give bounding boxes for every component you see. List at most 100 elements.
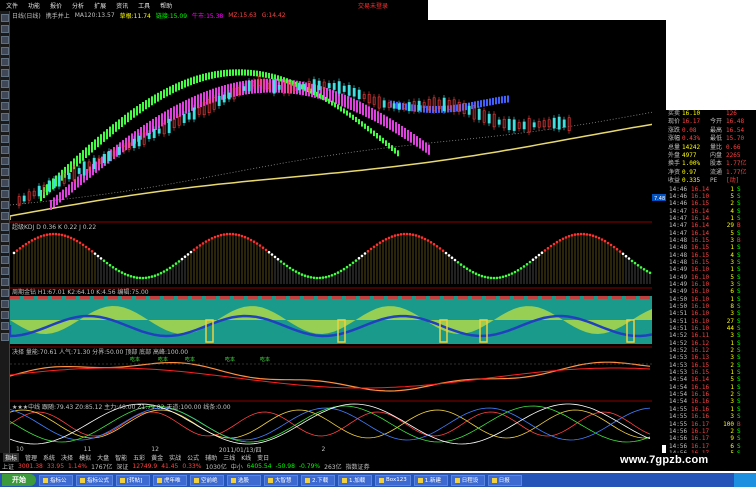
tick-price: 16.13: [691, 354, 710, 362]
taskbar-item[interactable]: 2.下载: [301, 474, 336, 486]
taskbar-item[interactable]: 空前绝: [190, 474, 225, 486]
taskbar-item[interactable]: Box123: [375, 474, 411, 486]
ribbon-bar: [76, 155, 78, 167]
taskbar-item[interactable]: 选股: [227, 474, 262, 486]
toolbar-tool-icon[interactable]: [1, 135, 9, 143]
toolbar-tool-icon[interactable]: [1, 47, 9, 55]
tab-14[interactable]: 变日: [257, 453, 269, 462]
tab-7[interactable]: 五彩: [133, 453, 145, 462]
menu-news[interactable]: 资讯: [116, 1, 128, 10]
toolbar-tool-icon[interactable]: [1, 190, 9, 198]
kdj-point: [393, 234, 397, 237]
tick-price: 16.17: [691, 420, 710, 428]
toolbar-tool-icon[interactable]: [1, 102, 9, 110]
toolbar-tool-icon[interactable]: [1, 146, 9, 154]
kdj-point: [135, 276, 139, 280]
menu-quote[interactable]: 报价: [50, 1, 62, 10]
kdj-point: [339, 269, 343, 273]
toolbar-tool-icon[interactable]: [1, 267, 9, 275]
trade-login-link[interactable]: 交易未登录: [358, 1, 388, 10]
kdj-point: [531, 258, 535, 261]
ribbon-bar: [340, 106, 342, 112]
toolbar-tool-icon[interactable]: [1, 168, 9, 176]
toolbar-tool-icon[interactable]: [1, 256, 9, 264]
quote-field-row: 净资 0.97 流通 1.77亿: [666, 169, 756, 177]
chart-area[interactable]: 超级KDJ D 0.36 K 0.22 J 0.22 周期金钻 H1:67.01 …: [8, 20, 662, 445]
candle-body: [312, 79, 316, 93]
toolbar-tool-icon[interactable]: [1, 311, 9, 319]
tick-volume: 1: [730, 185, 734, 193]
toolbar-tool-icon[interactable]: [1, 36, 9, 44]
tab-11[interactable]: 辅助: [205, 453, 217, 462]
candle-body: [37, 185, 41, 197]
menu-file[interactable]: 文件: [6, 1, 18, 10]
band-marker: [94, 296, 104, 299]
ribbon-bar: [109, 126, 111, 137]
kdj-point: [564, 236, 568, 239]
toolbar-tool-icon[interactable]: [1, 300, 9, 308]
taskbar-item[interactable]: 日程设: [450, 474, 485, 486]
taskbar-item[interactable]: 大智慧: [264, 474, 299, 486]
band-marker: [136, 296, 146, 299]
toolbar-tool-icon[interactable]: [1, 69, 9, 77]
tab-8[interactable]: 黄金: [151, 453, 163, 462]
toolbar-tool-icon[interactable]: [1, 14, 9, 22]
tab-2[interactable]: 系统: [43, 453, 55, 462]
kdj-point: [423, 237, 427, 241]
tab-5[interactable]: 大盘: [97, 453, 109, 462]
start-button[interactable]: 开始: [2, 474, 36, 486]
ribbon-bar: [394, 147, 396, 154]
ribbon-bar: [389, 118, 391, 130]
toolbar-tool-icon[interactable]: [1, 58, 9, 66]
toolbar-tool-icon[interactable]: [1, 333, 9, 341]
toolbar-tool-icon[interactable]: [1, 179, 9, 187]
taskbar-item[interactable]: [转帖]: [116, 474, 151, 486]
menu-function[interactable]: 功能: [28, 1, 40, 10]
kdj-point: [432, 242, 436, 246]
toolbar-tool-icon[interactable]: [1, 322, 9, 330]
tick-time: 14:55: [669, 420, 688, 428]
band-marker: [304, 296, 314, 299]
tab-1[interactable]: 管理: [25, 453, 37, 462]
toolbar-tool-icon[interactable]: [1, 245, 9, 253]
toolbar-tool-icon[interactable]: [1, 201, 9, 209]
menu-tools[interactable]: 工具: [138, 1, 150, 10]
ribbon-bar: [391, 145, 393, 151]
taskbar-item[interactable]: 日报: [487, 474, 522, 486]
tab-6[interactable]: 智能: [115, 453, 127, 462]
toolbar-tool-icon[interactable]: [1, 278, 9, 286]
kdj-point: [261, 246, 265, 249]
ribbon-bar: [370, 128, 372, 134]
toolbar-tool-icon[interactable]: [1, 223, 9, 231]
taskbar-item[interactable]: 指标公式: [76, 474, 114, 486]
toolbar-tool-icon[interactable]: [1, 80, 9, 88]
taskbar-item[interactable]: 1.加载: [338, 474, 373, 486]
toolbar-tool-icon[interactable]: [1, 157, 9, 165]
price-indicator-chart[interactable]: 超级KDJ D 0.36 K 0.22 J 0.22 周期金钻 H1:67.01 …: [8, 20, 662, 445]
taskbar-item[interactable]: 虎年唯: [153, 474, 188, 486]
tab-12[interactable]: 三线: [223, 453, 235, 462]
taskbar-item[interactable]: 1.新建: [413, 474, 448, 486]
toolbar-tool-icon[interactable]: [1, 212, 9, 220]
toolbar-tool-icon[interactable]: [1, 124, 9, 132]
toolbar-tool-icon[interactable]: [1, 113, 9, 121]
band-marker: [276, 296, 286, 299]
menu-extend[interactable]: 扩展: [94, 1, 106, 10]
toolbar-tool-icon[interactable]: [1, 289, 9, 297]
tab-9[interactable]: 实战: [169, 453, 181, 462]
tab-3[interactable]: 决择: [61, 453, 73, 462]
signal-label: 吃本: [130, 356, 140, 363]
band-marker: [374, 296, 384, 299]
toolbar-tool-icon[interactable]: [1, 91, 9, 99]
menu-help[interactable]: 帮助: [160, 1, 172, 10]
toolbar-tool-icon[interactable]: [1, 234, 9, 242]
taskbar-item[interactable]: 指标公: [39, 474, 73, 486]
tab-10[interactable]: 公式: [187, 453, 199, 462]
toolbar-tool-icon[interactable]: [1, 25, 9, 33]
tick-row: 14:52 16.12 2 S: [666, 347, 756, 354]
menu-analysis[interactable]: 分析: [72, 1, 84, 10]
tab-4[interactable]: 模拟: [79, 453, 91, 462]
tab-13[interactable]: K线: [241, 453, 251, 462]
tab-0[interactable]: 指标: [3, 453, 20, 462]
ribbon-bar: [382, 137, 384, 144]
